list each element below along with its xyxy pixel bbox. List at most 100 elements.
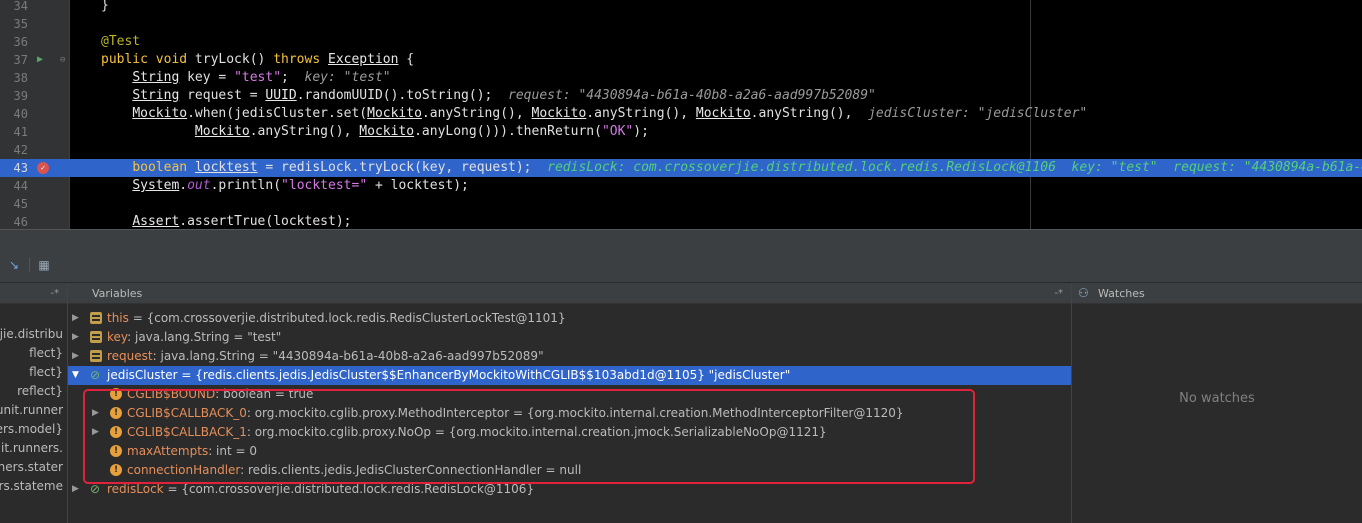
pin-icon[interactable]: -* [1054, 283, 1063, 304]
code-token: @Test [101, 34, 141, 49]
code-text: String request = UUID.randomUUID().toStr… [101, 87, 876, 105]
code-text: Assert.assertTrue(locktest); [101, 213, 351, 229]
code-line[interactable]: 46 Assert.assertTrue(locktest); [0, 213, 1362, 229]
code-token: .assertTrue(locktest); [179, 214, 352, 229]
variable-row[interactable]: ▶ request: java.lang.String = "4430894a-b… [68, 347, 1071, 366]
code-token: .anyLong())).thenReturn( [414, 124, 602, 139]
code-token: redisLock: com.crossoverjie.distributed.… [547, 160, 1362, 175]
watches-panel-header: ⚇ Watches [1072, 283, 1362, 304]
code-line[interactable]: 42 [0, 141, 1362, 159]
code-line[interactable]: 35 [0, 15, 1362, 33]
field-icon [90, 312, 102, 324]
code-text: public void tryLock() throws Exception { [101, 51, 414, 69]
code-token: .anyString(), [750, 106, 869, 121]
code-line[interactable]: 39 String request = UUID.randomUUID().to… [0, 87, 1362, 105]
frame-item[interactable]: unit.runners. [0, 439, 63, 458]
code-line[interactable]: 43 ✓ boolean locktest = redisLock.tryLock… [0, 159, 1362, 177]
frame-item[interactable]: nners.stater [0, 458, 63, 477]
frame-item[interactable]: nners.stateme [0, 477, 63, 496]
variable-value: {com.crossoverjie.distributed.lock.redis… [146, 311, 566, 325]
variable-separator: = [128, 311, 147, 325]
code-token: jedisCluster: "jedisCluster" [868, 106, 1088, 121]
frame-item[interactable]: reflect} [17, 382, 63, 401]
code-line[interactable]: 41 Mockito.anyString(), Mockito.anyLong(… [0, 123, 1362, 141]
expand-arrow-icon[interactable]: ▶ [72, 347, 79, 366]
code-token: locktest [194, 160, 258, 175]
code-token: boolean [132, 160, 195, 175]
line-number: 38 [13, 71, 28, 85]
code-token: "test" [234, 70, 282, 85]
code-token: Exception [328, 52, 399, 67]
evaluate-expression-icon[interactable]: ▦ [36, 257, 52, 273]
code-token: throws [273, 52, 328, 67]
code-token: Mockito [695, 106, 751, 121]
code-token: Mockito [367, 106, 422, 121]
pin-icon[interactable]: -* [50, 283, 59, 304]
line-number: 46 [13, 215, 28, 229]
variables-title: Variables [92, 287, 143, 300]
frame-item[interactable]: nners.model} [0, 420, 63, 439]
code-token: "locktest=" [281, 178, 368, 193]
code-line[interactable]: 45 [0, 195, 1362, 213]
variable-separator: = [229, 330, 248, 344]
run-test-icon[interactable]: ▶ [37, 51, 43, 69]
code-token: ; [281, 70, 305, 85]
variable-separator: = [177, 368, 196, 382]
frame-item[interactable]: erjie.distribu [0, 325, 63, 344]
code-token: request = [179, 88, 266, 103]
expand-arrow-icon[interactable]: ▶ [72, 309, 79, 328]
code-text: Mockito.when(jedisCluster.set(Mockito.an… [101, 105, 1087, 123]
variable-row[interactable]: ▶ key: java.lang.String = "test" [68, 328, 1071, 347]
frames-panel-header: -* [0, 283, 67, 304]
variable-value: "test" [247, 330, 282, 344]
variable-text: this = {com.crossoverjie.distributed.loc… [107, 309, 566, 328]
frame-item[interactable]: flect} [29, 344, 63, 363]
expand-arrow-icon[interactable]: ▶ [72, 328, 79, 347]
variable-name: redisLock [107, 482, 164, 496]
code-token: .anyString(), [421, 106, 532, 121]
code-token: out [187, 178, 211, 193]
field-icon [90, 350, 102, 362]
variable-type: : java.lang.String [152, 349, 255, 363]
variable-text: jedisCluster = {redis.clients.jedis.Jedi… [107, 366, 790, 385]
step-cursor-icon[interactable]: ↘ [6, 257, 22, 273]
code-token: . [179, 178, 188, 193]
variable-separator: = [163, 482, 182, 496]
code-line[interactable]: 34} [0, 0, 1362, 15]
breakpoint-icon[interactable]: ✓ [37, 162, 49, 174]
code-line[interactable]: 38 String key = "test"; key: "test" [0, 69, 1362, 87]
expand-arrow-icon[interactable]: ▶ [72, 480, 79, 499]
frame-item[interactable]: flect} [29, 363, 63, 382]
code-token: Mockito [132, 106, 188, 121]
code-token: } [101, 0, 109, 13]
code-text: Mockito.anyString(), Mockito.anyLong()))… [101, 123, 649, 141]
code-text: System.out.println("locktest=" + locktes… [101, 177, 469, 195]
debugger-toolbar: ↘ ▦ [0, 229, 1362, 283]
code-line[interactable]: 36 @Test [0, 33, 1362, 51]
code-line[interactable]: 37 ▶ ⊖ public void tryLock() throws Excepti… [0, 51, 1362, 69]
code-line[interactable]: 44 System.out.println("locktest=" + lock… [0, 177, 1362, 195]
collapse-arrow-icon[interactable]: ▼ [72, 366, 79, 385]
variable-row[interactable]: ▼ ⊘ jedisCluster = {redis.clients.jedis.Je… [68, 366, 1071, 385]
code-text: } [101, 0, 109, 15]
code-editor[interactable]: 34} 35 36 @Test 37 ▶ ⊖ public void tryLock() th… [0, 0, 1362, 229]
variable-row[interactable]: ▶ this = {com.crossoverjie.distributed.lo… [68, 309, 1071, 328]
line-number: 36 [13, 35, 28, 49]
code-token: tryLock [194, 52, 250, 67]
fold-icon[interactable]: ⊖ [60, 51, 65, 69]
code-token: String [132, 70, 180, 85]
code-line[interactable]: 40 Mockito.when(jedisCluster.set(Mockito… [0, 105, 1362, 123]
code-token: .randomUUID().toString(); [296, 88, 509, 103]
line-number: 35 [13, 17, 28, 31]
code-token: = redisLock.tryLock(key, request); [257, 160, 548, 175]
code-token: public void [101, 52, 195, 67]
line-number: 37 [13, 53, 28, 67]
variable-text: key: java.lang.String = "test" [107, 328, 281, 347]
code-token: System [132, 178, 180, 193]
frame-item[interactable]: junit.runner [0, 401, 63, 420]
